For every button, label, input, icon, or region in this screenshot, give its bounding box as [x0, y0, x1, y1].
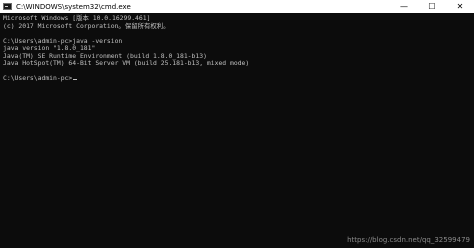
- close-button[interactable]: ✕: [446, 0, 474, 13]
- minimize-button[interactable]: —: [390, 0, 418, 13]
- maximize-button[interactable]: ☐: [418, 0, 446, 13]
- cmd-icon: [3, 3, 12, 10]
- watermark: https://blog.csdn.net/qq_32599479: [347, 236, 470, 244]
- prompt-text: C:\Users\admin-pc>: [3, 74, 73, 82]
- console-line: Java HotSpot(TM) 64-Bit Server VM (build…: [3, 59, 250, 67]
- text-cursor: [73, 79, 78, 80]
- window-controls: — ☐ ✕: [390, 0, 474, 13]
- window-title: C:\WINDOWS\system32\cmd.exe: [16, 2, 131, 11]
- prompt-line[interactable]: C:\Users\admin-pc>: [3, 74, 472, 83]
- console-output[interactable]: Microsoft Windows [版本 10.0.16299.461] (c…: [0, 13, 474, 248]
- console-line: (c) 2017 Microsoft Corporation。保留所有权利。: [3, 21, 170, 30]
- title-bar[interactable]: C:\WINDOWS\system32\cmd.exe — ☐ ✕: [0, 0, 474, 13]
